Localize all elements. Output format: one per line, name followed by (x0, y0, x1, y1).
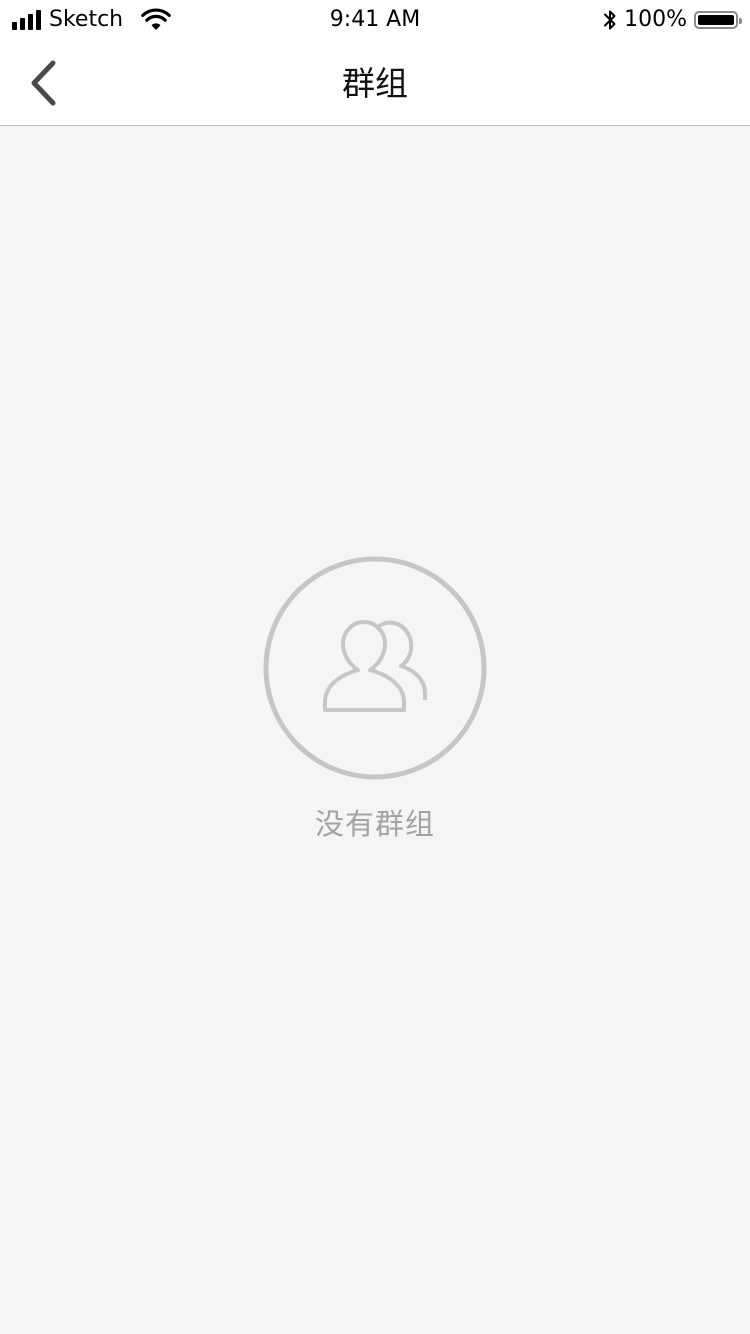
battery-percent: 100% (624, 7, 687, 32)
navigation-bar: 群组 (0, 40, 750, 126)
page-title: 群组 (342, 64, 408, 103)
bluetooth-icon (604, 10, 616, 30)
status-bar: Sketch 9:41 AM 100% (0, 0, 750, 40)
empty-state: 没有群组 (0, 556, 750, 844)
empty-message: 没有群组 (314, 807, 435, 841)
group-icon (263, 556, 487, 780)
battery-level-fill (698, 15, 734, 25)
status-right: 100% (602, 7, 742, 33)
battery-icon (694, 11, 742, 29)
